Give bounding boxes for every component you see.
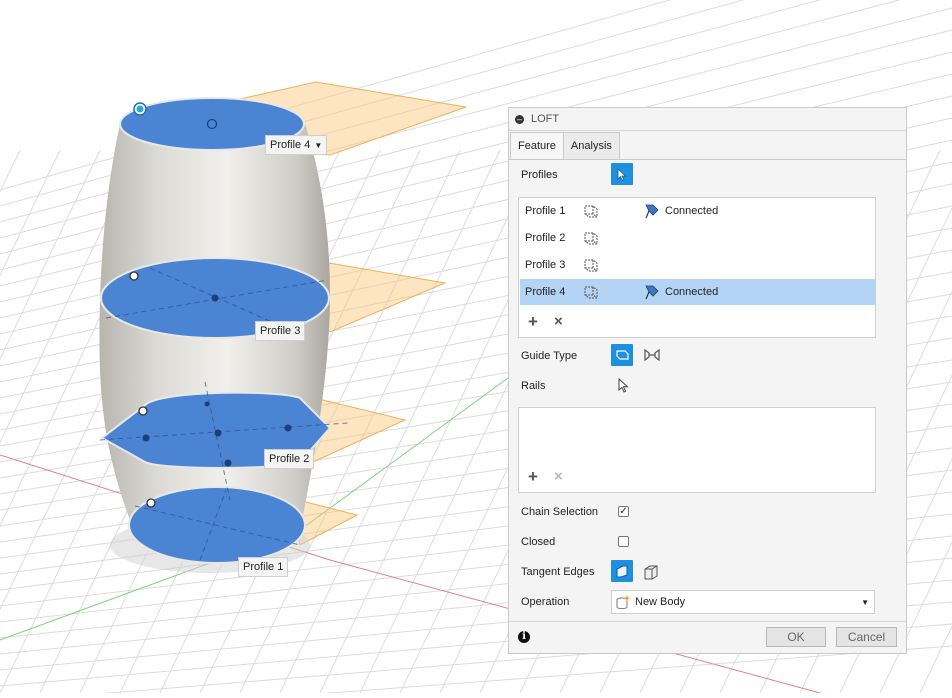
collapse-icon[interactable]: – — [515, 114, 524, 124]
info-icon[interactable]: i — [518, 631, 530, 643]
cursor-arrow-icon[interactable] — [618, 378, 630, 394]
list-item[interactable]: Profile 3 — [520, 252, 875, 278]
tab-bar: Feature Analysis — [510, 132, 620, 159]
closed-label: Closed — [521, 536, 556, 548]
continuity-connected-icon[interactable] — [644, 203, 660, 219]
dialog-title: LOFT — [531, 113, 560, 125]
merge-tangent-edges-icon — [616, 565, 628, 578]
guide-type-rails-button[interactable] — [611, 344, 633, 366]
tab-analysis[interactable]: Analysis — [562, 132, 620, 159]
tangent-edges-merge-button[interactable] — [611, 560, 633, 582]
list-item[interactable]: Profile 4 Connected — [520, 279, 875, 305]
profiles-list[interactable]: Profile 1 Connected Profile 2 Profile 3 … — [518, 197, 876, 338]
ok-button[interactable]: OK — [766, 627, 826, 647]
add-rail-button[interactable]: + — [528, 467, 538, 487]
profile-sketch-icon — [584, 286, 598, 299]
profile-sketch-icon — [584, 232, 598, 245]
centerline-guide-icon[interactable] — [643, 347, 661, 363]
continuity-connected-icon[interactable] — [644, 284, 660, 300]
rails-guide-icon — [616, 350, 629, 360]
cancel-button[interactable]: Cancel — [836, 627, 897, 647]
profiles-label: Profiles — [521, 169, 558, 181]
rails-list[interactable]: + × — [518, 407, 876, 493]
viewport-label-profile-1[interactable]: Profile 1 — [238, 557, 289, 577]
list-item[interactable]: Profile 2 — [520, 225, 875, 251]
dialog-title-bar[interactable]: – LOFT — [509, 108, 906, 131]
tab-feature[interactable]: Feature — [510, 132, 564, 159]
tangent-edges-label: Tangent Edges — [521, 566, 595, 578]
operation-value: New Body — [635, 596, 686, 608]
profile-sketch-icon — [584, 259, 598, 272]
rails-label: Rails — [521, 380, 546, 392]
operation-label: Operation — [521, 596, 570, 608]
closed-checkbox[interactable] — [618, 536, 629, 547]
remove-profile-button[interactable]: × — [554, 313, 563, 330]
profiles-select-button[interactable] — [611, 163, 633, 185]
chain-selection-label: Chain Selection — [521, 506, 599, 518]
list-item[interactable]: Profile 1 Connected — [520, 198, 875, 224]
viewport-label-profile-3[interactable]: Profile 3 — [255, 321, 306, 341]
add-profile-button[interactable]: + — [528, 312, 538, 332]
cursor-arrow-icon — [617, 167, 627, 181]
viewport-label-profile-2[interactable]: Profile 2 — [264, 449, 315, 469]
new-body-icon — [616, 595, 631, 609]
keep-tangent-edges-icon[interactable] — [643, 564, 659, 580]
viewport-label-profile-4[interactable]: Profile 4 ▼ — [265, 135, 328, 155]
operation-select[interactable]: New Body ▼ — [611, 590, 875, 614]
profile-sketch-icon — [584, 205, 598, 218]
chevron-down-icon[interactable]: ▼ — [314, 141, 322, 150]
remove-rail-button[interactable]: × — [554, 468, 563, 485]
chain-selection-checkbox[interactable]: ✓ — [618, 506, 629, 517]
chevron-down-icon[interactable]: ▼ — [861, 598, 869, 607]
guide-type-label: Guide Type — [521, 350, 578, 362]
loft-dialog: – LOFT Feature Analysis Profiles Profile… — [508, 107, 907, 654]
